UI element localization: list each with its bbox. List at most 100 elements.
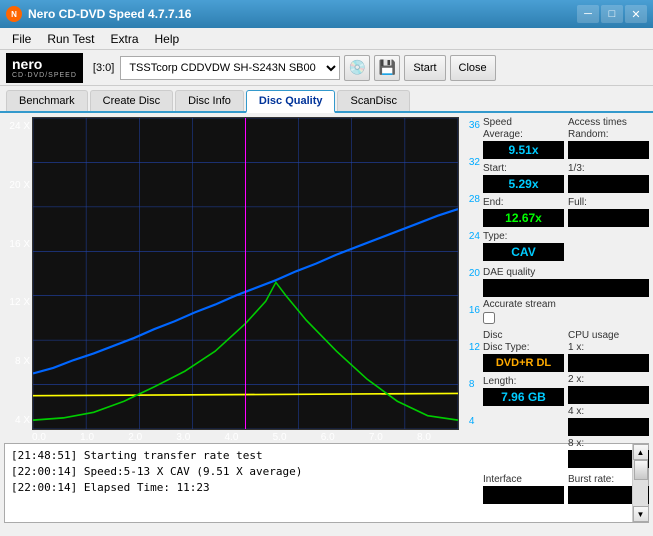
y-axis-label-5: 4 X: [15, 415, 30, 426]
menubar: File Run Test Extra Help: [0, 28, 653, 50]
dae-quality-value: [483, 279, 649, 297]
drive-prefix-label: [3:0]: [93, 62, 114, 74]
cpu-usage-label: CPU usage: [568, 330, 649, 341]
average-label: Average:: [483, 129, 564, 140]
menu-file[interactable]: File: [4, 30, 39, 48]
y-axis-right-4: 20: [469, 268, 480, 279]
scrollbar-up-button[interactable]: ▲: [633, 444, 649, 460]
close-button[interactable]: Close: [450, 55, 496, 81]
x-axis-label-7: 7.0: [369, 432, 383, 443]
logo-text: nero: [12, 56, 77, 72]
tabs: Benchmark Create Disc Disc Info Disc Qua…: [0, 86, 653, 113]
dae-quality-label: DAE quality: [483, 267, 649, 278]
average-value: 9.51x: [483, 141, 564, 159]
disc-type-section-label: Disc: [483, 330, 564, 341]
y-axis-label-2: 16 X: [9, 239, 30, 250]
scrollbar-track: [633, 460, 649, 506]
tab-disc-quality[interactable]: Disc Quality: [246, 90, 336, 113]
accurate-stream-checkbox[interactable]: [483, 312, 495, 324]
drive-selector[interactable]: TSSTcorp CDDVDW SH-S243N SB00: [120, 56, 340, 80]
y-axis-label-0: 24 X: [9, 121, 30, 132]
type-label: Type:: [483, 231, 564, 242]
start-button[interactable]: Start: [404, 55, 445, 81]
toolbar: nero CD·DVD/SPEED [3:0] TSSTcorp CDDVDW …: [0, 50, 653, 86]
speed-label: Speed: [483, 117, 564, 128]
menu-help[interactable]: Help: [147, 30, 188, 48]
y-axis-label-4: 8 X: [15, 356, 30, 367]
cpu-4x-value: [568, 418, 649, 436]
dae-section: DAE quality Accurate stream: [483, 267, 649, 324]
menu-extra[interactable]: Extra: [102, 30, 146, 48]
disc-type-label: Disc Type:: [483, 342, 564, 353]
scrollbar-thumb[interactable]: [634, 460, 648, 480]
logo-sub: CD·DVD/SPEED: [12, 72, 77, 79]
start-value: 5.29x: [483, 175, 564, 193]
x-axis-label-3: 3.0: [176, 432, 190, 443]
log-scrollbar: ▲ ▼: [632, 444, 648, 522]
length-value: 7.96 GB: [483, 388, 564, 406]
y-axis-right-0: 36: [469, 120, 480, 131]
titlebar: N Nero CD-DVD Speed 4.7.7.16 ─ □ ✕: [0, 0, 653, 28]
one-third-value: [568, 175, 649, 193]
disc-type-value: DVD+R DL: [483, 354, 564, 372]
cpu-1x-label: 1 x:: [568, 342, 649, 353]
y-axis-right-2: 28: [469, 194, 480, 205]
length-label: Length:: [483, 376, 564, 387]
app-icon: N: [6, 6, 22, 22]
log-entry-2: [22:00:14] Elapsed Time: 11:23: [11, 480, 626, 496]
close-window-button[interactable]: ✕: [625, 5, 647, 23]
app-title: Nero CD-DVD Speed 4.7.7.16: [28, 7, 191, 21]
log-content: [21:48:51] Starting transfer rate test […: [5, 444, 632, 522]
cpu-1x-value: [568, 354, 649, 372]
y-axis-right-7: 8: [469, 379, 480, 390]
tab-scandisc[interactable]: ScanDisc: [337, 90, 409, 111]
x-axis-label-2: 2.0: [128, 432, 142, 443]
logo-area: nero CD·DVD/SPEED: [6, 53, 83, 83]
speed-box: Speed Average: 9.51x Start: 5.29x End: 1…: [483, 117, 564, 261]
start-label: Start:: [483, 163, 564, 174]
x-axis-label-5: 5.0: [273, 432, 287, 443]
titlebar-left: N Nero CD-DVD Speed 4.7.7.16: [6, 6, 191, 22]
random-label: Random:: [568, 129, 649, 140]
random-value: [568, 141, 649, 159]
y-axis-right-1: 32: [469, 157, 480, 168]
menu-run-test[interactable]: Run Test: [39, 30, 102, 48]
minimize-button[interactable]: ─: [577, 5, 599, 23]
cpu-2x-label: 2 x:: [568, 374, 649, 385]
maximize-button[interactable]: □: [601, 5, 623, 23]
cpu-2x-value: [568, 386, 649, 404]
disc-icon-button[interactable]: 💿: [344, 55, 370, 81]
accurate-stream-label: Accurate stream: [483, 299, 649, 310]
titlebar-controls: ─ □ ✕: [577, 5, 647, 23]
panel-speed-access: Speed Average: 9.51x Start: 5.29x End: 1…: [483, 117, 649, 261]
y-axis-right-5: 16: [469, 305, 480, 316]
main-content: 24 X 20 X 16 X 12 X 8 X 4 X: [0, 113, 653, 443]
cpu-4x-label: 4 x:: [568, 406, 649, 417]
y-axis-label-3: 12 X: [9, 297, 30, 308]
type-value: CAV: [483, 243, 564, 261]
x-axis-label-0: 0.0: [32, 432, 46, 443]
tab-benchmark[interactable]: Benchmark: [6, 90, 88, 111]
x-axis-label-8: 8.0: [417, 432, 431, 443]
tab-create-disc[interactable]: Create Disc: [90, 90, 173, 111]
scrollbar-down-button[interactable]: ▼: [633, 506, 649, 522]
right-panel: Speed Average: 9.51x Start: 5.29x End: 1…: [483, 113, 653, 443]
log-entry-0: [21:48:51] Starting transfer rate test: [11, 448, 626, 464]
access-times-label: Access times: [568, 117, 649, 128]
y-axis-right-3: 24: [469, 231, 480, 242]
y-axis-label-1: 20 X: [9, 180, 30, 191]
y-axis-right-8: 4: [469, 416, 480, 427]
y-axis-right-6: 12: [469, 342, 480, 353]
one-third-label: 1/3:: [568, 163, 649, 174]
end-label: End:: [483, 197, 564, 208]
tab-disc-info[interactable]: Disc Info: [175, 90, 244, 111]
x-axis-label-4: 4.0: [225, 432, 239, 443]
accurate-stream-checkbox-area: [483, 312, 649, 324]
end-value: 12.67x: [483, 209, 564, 227]
x-axis-label-6: 6.0: [321, 432, 335, 443]
log-entry-1: [22:00:14] Speed:5-13 X CAV (9.51 X aver…: [11, 464, 626, 480]
log-area: [21:48:51] Starting transfer rate test […: [4, 443, 649, 523]
full-value: [568, 209, 649, 227]
save-icon-button[interactable]: 💾: [374, 55, 400, 81]
access-box: Access times Random: 1/3: Full:: [568, 117, 649, 261]
